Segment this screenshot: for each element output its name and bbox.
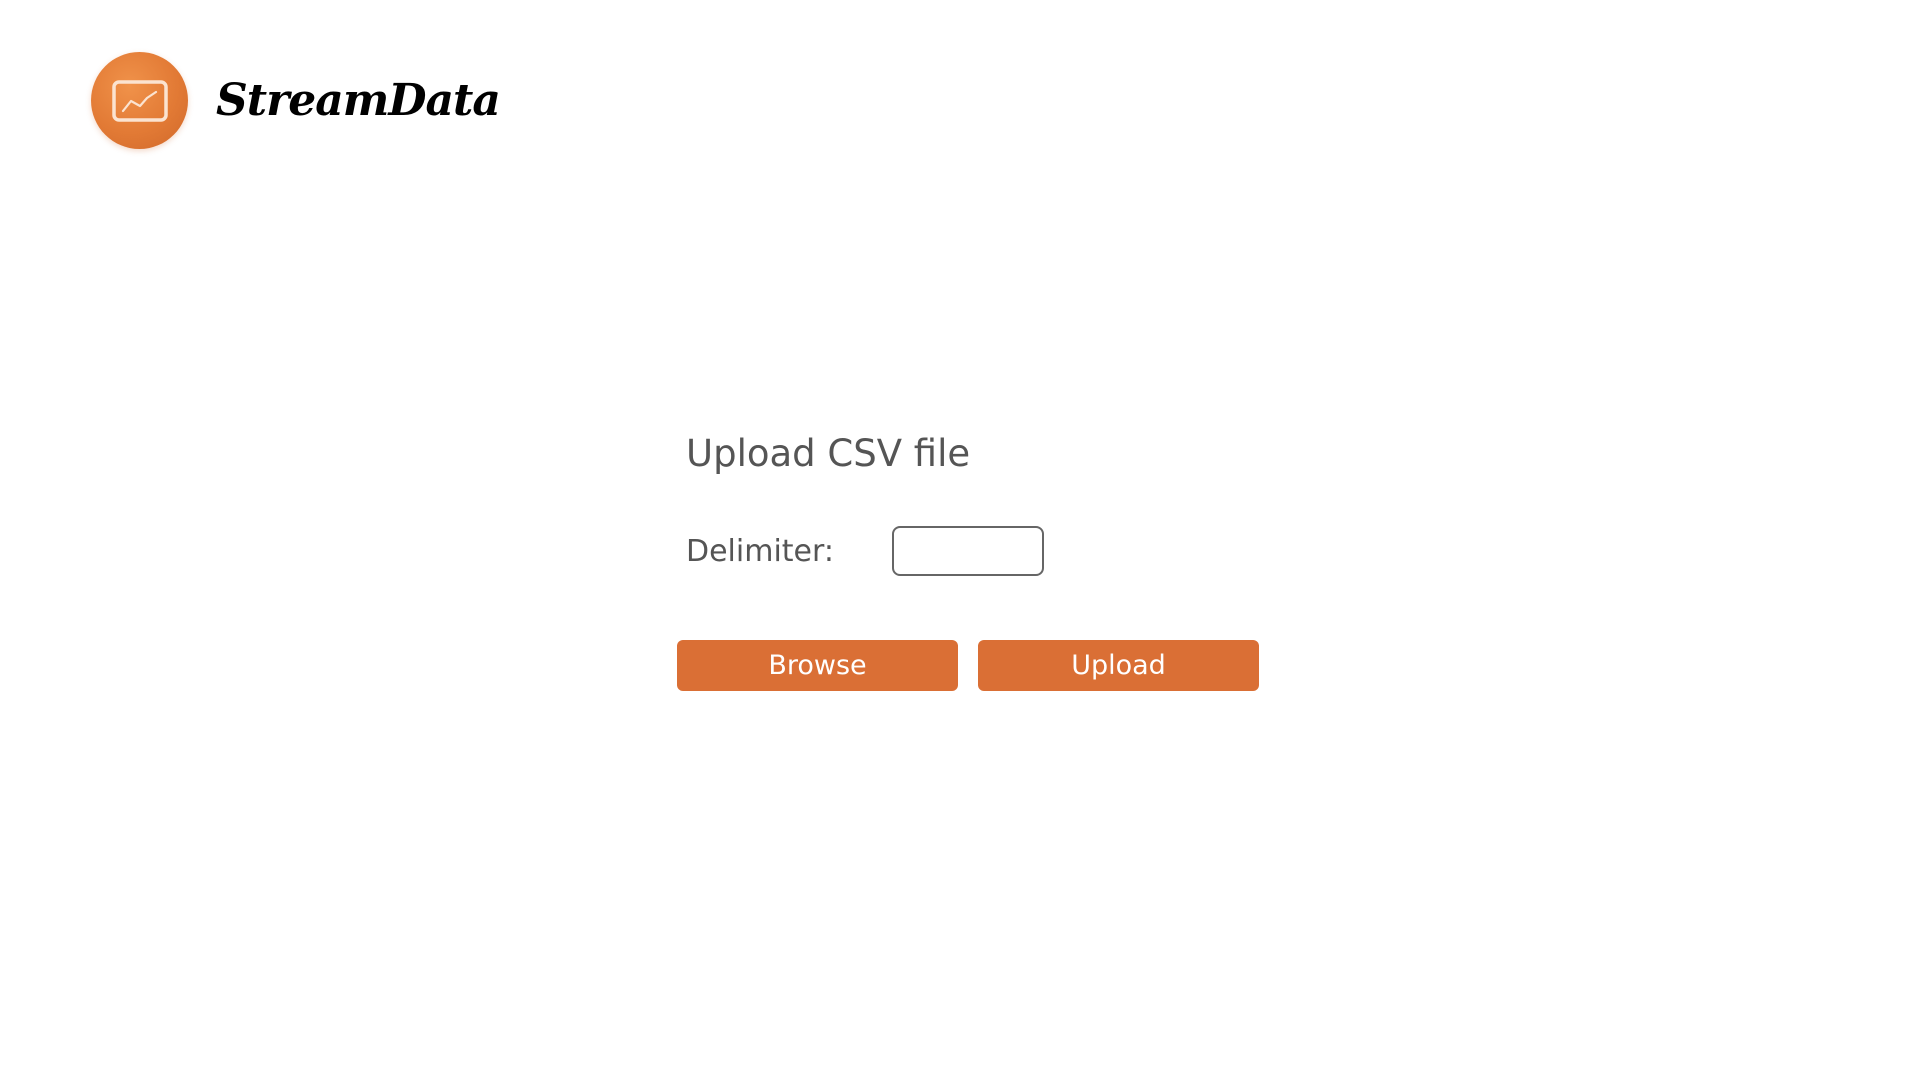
page-title: Upload CSV file bbox=[686, 432, 971, 475]
upload-panel: Upload CSV file Delimiter: bbox=[686, 428, 1044, 576]
delimiter-label: Delimiter: bbox=[686, 533, 834, 569]
delimiter-row: Delimiter: bbox=[686, 526, 1086, 576]
brand-header: StreamData bbox=[91, 52, 501, 149]
brand-name: StreamData bbox=[216, 75, 501, 126]
delimiter-input[interactable] bbox=[892, 526, 1044, 576]
upload-page: StreamData Upload CSV file Delimiter: Br… bbox=[0, 0, 1920, 1080]
line-chart-icon bbox=[111, 79, 168, 122]
action-buttons: Browse Upload bbox=[677, 640, 1259, 691]
browse-button[interactable]: Browse bbox=[677, 640, 958, 691]
upload-button[interactable]: Upload bbox=[978, 640, 1259, 691]
app-logo bbox=[91, 52, 188, 149]
